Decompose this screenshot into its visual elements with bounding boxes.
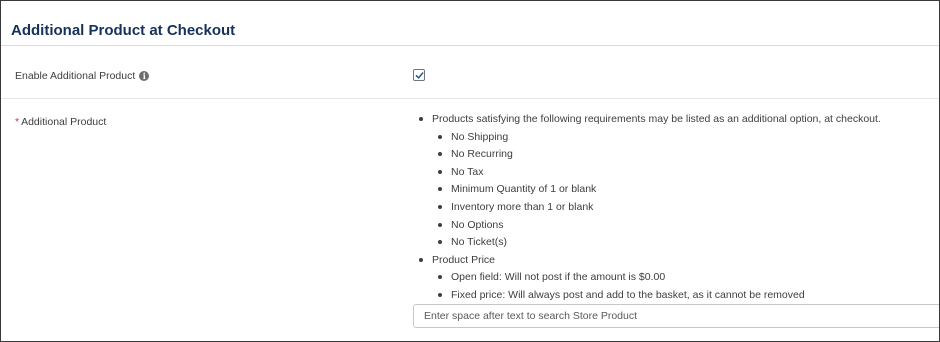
bullet-dot — [438, 135, 442, 139]
list-item: No Ticket(s) — [438, 236, 507, 248]
list-item: No Tax — [438, 166, 484, 178]
title-divider — [1, 45, 939, 46]
row-divider — [1, 98, 939, 99]
bullet-dot — [438, 293, 442, 297]
store-product-search-input[interactable] — [413, 304, 939, 328]
bullet-dot — [419, 117, 423, 121]
enable-additional-product-label-text: Enable Additional Product — [15, 70, 136, 82]
bullet-dot — [438, 152, 442, 156]
additional-product-label-text: Additional Product — [21, 116, 107, 128]
list-item: No Shipping — [438, 131, 508, 143]
list-item: No Recurring — [438, 148, 513, 160]
requirement-text: No Recurring — [451, 148, 513, 160]
bullet-dot — [438, 275, 442, 279]
list-item: Inventory more than 1 or blank — [438, 201, 593, 213]
section-title: Additional Product at Checkout — [11, 22, 236, 39]
requirement-text: No Options — [451, 219, 504, 231]
bullet-dot — [438, 170, 442, 174]
price-rule-text: Fixed price: Will always post and add to… — [451, 289, 805, 301]
product-price-heading: Product Price — [419, 254, 495, 266]
checkmark-icon — [415, 71, 423, 79]
requirement-text: Minimum Quantity of 1 or blank — [451, 183, 597, 195]
requirements-intro: Products satisfying the following requir… — [419, 113, 881, 125]
bullet-dot — [438, 240, 442, 244]
list-item: Fixed price: Will always post and add to… — [438, 289, 805, 301]
requirement-text: Inventory more than 1 or blank — [451, 201, 594, 213]
list-item: Open field: Will not post if the amount … — [438, 271, 665, 283]
enable-additional-product-label: Enable Additional Product i — [15, 70, 150, 82]
requirement-text: No Shipping — [451, 131, 509, 143]
bullet-dot — [419, 258, 423, 262]
price-rule-text: Open field: Will not post if the amount … — [451, 271, 666, 283]
bullet-dot — [438, 187, 442, 191]
additional-product-label: * Additional Product — [15, 116, 106, 128]
requirements-intro-text: Products satisfying the following requir… — [432, 113, 881, 125]
info-icon[interactable]: i — [139, 71, 150, 81]
enable-additional-product-checkbox[interactable] — [413, 69, 425, 81]
required-marker: * — [15, 116, 20, 128]
product-price-heading-text: Product Price — [432, 254, 496, 266]
requirement-text: No Tax — [451, 166, 484, 178]
bullet-dot — [438, 205, 442, 209]
requirement-text: No Ticket(s) — [451, 236, 508, 248]
additional-product-panel: Additional Product at Checkout Enable Ad… — [0, 0, 940, 342]
list-item: No Options — [438, 219, 504, 231]
list-item: Minimum Quantity of 1 or blank — [438, 183, 596, 195]
bullet-dot — [438, 223, 442, 227]
